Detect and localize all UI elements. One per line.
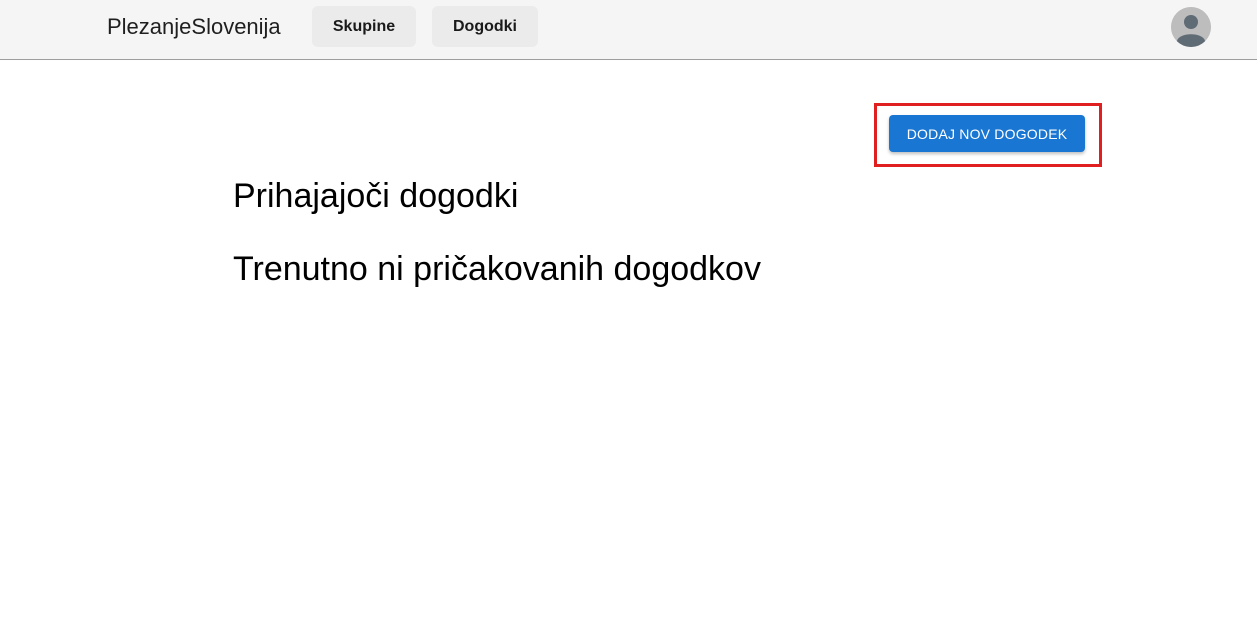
- add-new-event-button[interactable]: DODAJ NOV DOGODEK: [889, 115, 1085, 152]
- page-title: Prihajajoči dogodki: [233, 177, 519, 215]
- nav-dogodki-button[interactable]: Dogodki: [432, 6, 538, 47]
- empty-state-message: Trenutno ni pričakovanih dogodkov: [233, 250, 761, 288]
- nav-skupine-button[interactable]: Skupine: [312, 6, 416, 47]
- top-navigation-bar: PlezanjeSlovenija Skupine Dogodki: [0, 0, 1257, 60]
- user-avatar-icon[interactable]: [1171, 7, 1211, 47]
- brand-logo-text[interactable]: PlezanjeSlovenija: [107, 13, 281, 41]
